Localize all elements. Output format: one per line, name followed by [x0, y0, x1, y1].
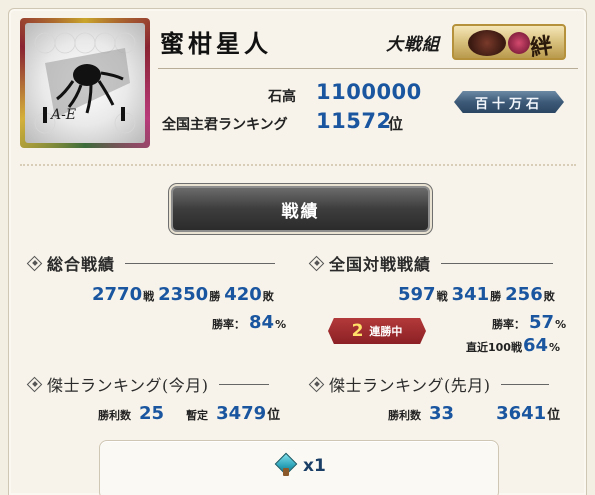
national-wins: 341: [451, 284, 490, 305]
national-winrate: 57: [529, 312, 555, 333]
kokudaka-title-badge: 百十万石: [454, 91, 564, 113]
kokudaka-label: 石高: [268, 89, 296, 105]
item-entry[interactable]: x1: [274, 452, 326, 478]
national-battles: 597: [398, 284, 436, 305]
winrate-label: 勝率：: [492, 318, 525, 331]
crest-icon: A-E: [34, 32, 136, 134]
ranking-last-month-heading: 傑士ランキング(先月): [310, 372, 549, 396]
overall-record-heading: 総合戦績: [28, 251, 276, 275]
kokudaka-value: 1100000: [316, 80, 422, 104]
overall-losses: 420: [224, 284, 262, 305]
overall-wins: 2350: [158, 284, 209, 305]
this-month-wins: 25: [139, 403, 165, 424]
ranking-last-month-line: 勝利数 33 3641 位: [388, 403, 564, 424]
name-underline: [158, 68, 578, 69]
ranking-last-month-label: 傑士ランキング(先月): [329, 376, 491, 395]
last-month-wins: 33: [429, 403, 455, 424]
percent-unit: %: [555, 318, 567, 331]
national-rank-label: 全国主君ランキング: [162, 117, 288, 133]
team-label: 大戦組: [386, 35, 440, 55]
national-record-heading: 全国対戦戦績: [310, 251, 554, 275]
rank-unit: 位: [547, 408, 561, 423]
winrate-label: 勝率：: [212, 318, 245, 331]
rank-unit: 位: [267, 408, 281, 423]
battles-unit: 戦: [436, 290, 448, 303]
section-title: 戦績: [171, 186, 430, 232]
ranking-this-month-label: 傑士ランキング(今月): [47, 376, 209, 395]
overall-battles: 2770: [92, 284, 143, 305]
diamond-bullet-icon: [28, 257, 41, 270]
heading-rule: [500, 383, 549, 385]
win-streak-badge: 2 連勝中: [328, 318, 426, 344]
avatar-image: A-E: [25, 23, 145, 143]
item-count: x1: [303, 456, 326, 476]
player-name: 蜜柑星人: [160, 29, 272, 58]
losses-unit: 敗: [262, 290, 274, 303]
diamond-bullet-icon: [28, 378, 41, 391]
overall-winrate-line: 勝率： 84 %: [212, 312, 290, 333]
battles-unit: 戦: [143, 290, 155, 303]
item-box[interactable]: x1: [99, 440, 499, 495]
recent-100-winrate: 64: [522, 335, 549, 356]
recent-100-line: 直近100戦 64 %: [466, 335, 564, 356]
team-badge[interactable]: 絆: [452, 24, 566, 60]
win-streak-count: 2: [351, 321, 364, 341]
wins-count-label: 勝利数: [388, 409, 421, 422]
ranking-this-month-heading: 傑士ランキング(今月): [28, 372, 269, 396]
win-streak-label: 連勝中: [369, 325, 403, 338]
overall-record-line: 2770 戦 2350 勝 420 敗: [92, 284, 278, 305]
wins-count-label: 勝利数: [98, 409, 131, 422]
diamond-bullet-icon: [310, 257, 323, 270]
wins-unit: 勝: [209, 290, 221, 303]
national-winrate-line: 勝率： 57 %: [492, 312, 570, 333]
heading-rule: [125, 262, 276, 264]
team-kanji: 絆: [528, 32, 554, 60]
last-month-rank: 3641: [496, 403, 547, 424]
diamond-bullet-icon: [310, 378, 323, 391]
heading-rule: [441, 262, 554, 264]
section-divider: [20, 164, 576, 166]
percent-unit: %: [275, 318, 287, 331]
recent-100-label: 直近100戦: [466, 341, 522, 354]
team-emblem-icon: [468, 30, 506, 56]
gem-icon: [274, 452, 298, 478]
losses-unit: 敗: [543, 290, 555, 303]
ranking-this-month-line: 勝利数 25 暫定 3479 位: [98, 403, 284, 424]
this-month-rank: 3479: [216, 403, 267, 424]
heading-rule: [218, 383, 269, 385]
overall-winrate: 84: [249, 312, 275, 333]
svg-text:A-E: A-E: [49, 107, 76, 123]
national-rank-value: 11572: [316, 109, 392, 133]
percent-unit: %: [549, 341, 561, 354]
national-record-label: 全国対戦戦績: [329, 255, 432, 274]
provisional-label: 暫定: [186, 409, 209, 422]
national-record-line: 597 戦 341 勝 256 敗: [398, 284, 559, 305]
national-losses: 256: [505, 284, 543, 305]
national-rank-unit: 位: [388, 115, 404, 133]
overall-record-label: 総合戦績: [47, 255, 116, 274]
wins-unit: 勝: [490, 290, 502, 303]
player-avatar[interactable]: A-E: [20, 18, 150, 148]
team-flower-icon: [508, 32, 530, 54]
